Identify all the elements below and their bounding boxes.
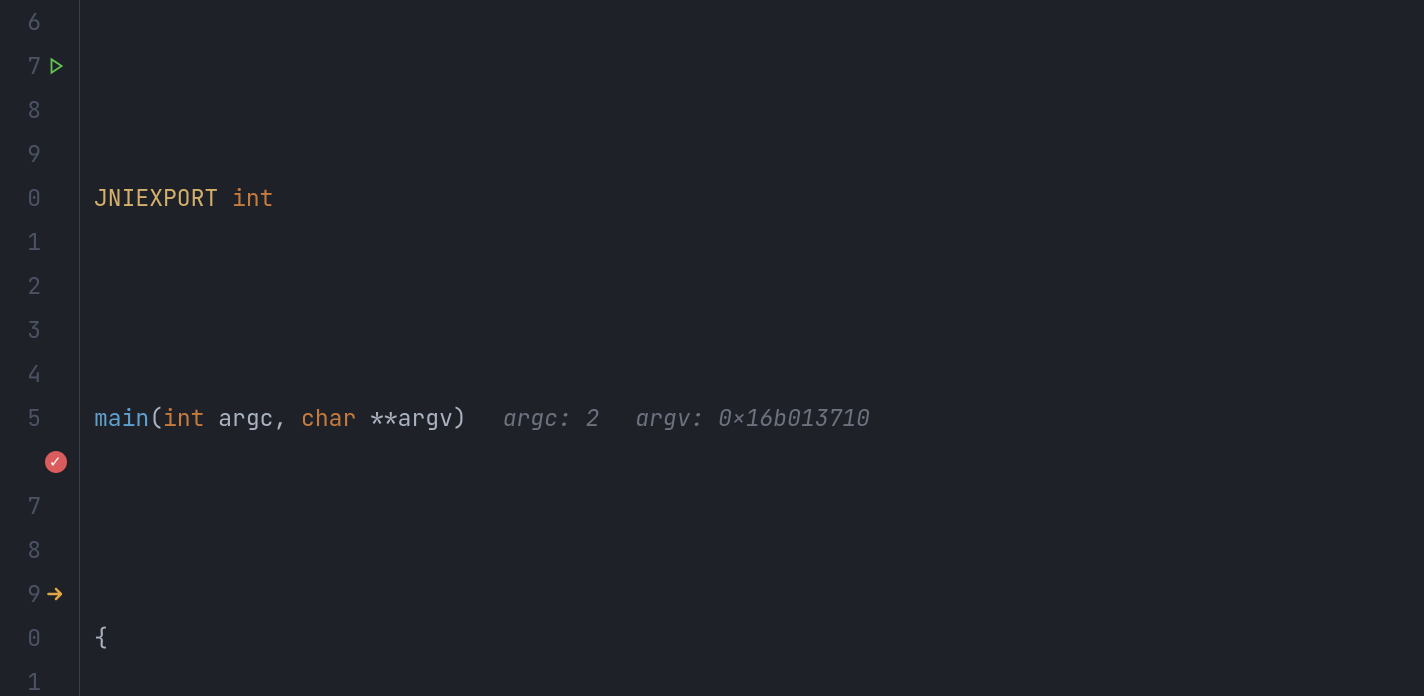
code-line[interactable]: { <box>94 616 1424 660</box>
code-area[interactable]: JNIEXPORT int main(int argc, char **argv… <box>80 0 1424 696</box>
line-number: 1 <box>9 220 41 264</box>
line-number: 0 <box>9 616 41 660</box>
token-macro: JNIEXPORT <box>94 183 218 213</box>
line-number: 3 <box>9 308 41 352</box>
gutter-row[interactable]: 9 <box>0 572 79 616</box>
line-number: 6 <box>9 0 41 44</box>
line-number: 9 <box>9 572 41 616</box>
gutter-row[interactable]: 5 <box>0 396 79 440</box>
token-punct: ) <box>453 403 467 433</box>
execution-pointer-icon[interactable] <box>41 584 71 604</box>
gutter-row[interactable]: 6 <box>0 0 79 44</box>
token-type: int <box>163 403 204 433</box>
code-line[interactable]: JNIEXPORT int <box>94 176 1424 220</box>
token-punct: { <box>94 623 108 653</box>
code-line[interactable]: main(int argc, char **argv) argc: 2 argv: … <box>94 396 1424 440</box>
gutter: 6 7 8 9 0 1 2 3 <box>0 0 80 696</box>
line-number: 8 <box>9 528 41 572</box>
token-ident: argv <box>398 403 453 433</box>
gutter-row[interactable]: 8 <box>0 528 79 572</box>
gutter-row[interactable]: 0 <box>0 616 79 660</box>
token-punct: , <box>273 403 301 433</box>
gutter-row[interactable]: 7 <box>0 484 79 528</box>
line-number: 5 <box>9 396 41 440</box>
run-icon[interactable] <box>41 57 71 75</box>
line-number: 7 <box>9 44 41 88</box>
gutter-row[interactable]: 0 <box>0 176 79 220</box>
line-number: 9 <box>9 132 41 176</box>
line-number: 4 <box>9 352 41 396</box>
gutter-row[interactable]: 1 <box>0 660 79 696</box>
gutter-row[interactable]: 3 <box>0 308 79 352</box>
code-editor: 6 7 8 9 0 1 2 3 <box>0 0 1424 696</box>
gutter-row[interactable]: 6 <box>0 440 79 484</box>
inline-hint[interactable]: argv: 0x16b013710 <box>635 403 870 433</box>
breakpoint-icon[interactable] <box>41 451 71 473</box>
line-number: 1 <box>9 660 41 696</box>
token-type: int <box>232 183 273 213</box>
line-number: 2 <box>9 264 41 308</box>
token-type: char <box>301 403 356 433</box>
gutter-row[interactable]: 8 <box>0 88 79 132</box>
token-punct: ( <box>149 403 163 433</box>
gutter-row[interactable]: 1 <box>0 220 79 264</box>
line-number: 8 <box>9 88 41 132</box>
token-punct: ** <box>370 403 398 433</box>
inline-hint[interactable]: argc: 2 <box>503 403 600 433</box>
token-ident: argc <box>218 403 273 433</box>
gutter-row[interactable]: 7 <box>0 44 79 88</box>
line-number: 7 <box>9 484 41 528</box>
line-number: 0 <box>9 176 41 220</box>
gutter-row[interactable]: 9 <box>0 132 79 176</box>
token-function: main <box>94 403 149 433</box>
gutter-row[interactable]: 2 <box>0 264 79 308</box>
gutter-row[interactable]: 4 <box>0 352 79 396</box>
